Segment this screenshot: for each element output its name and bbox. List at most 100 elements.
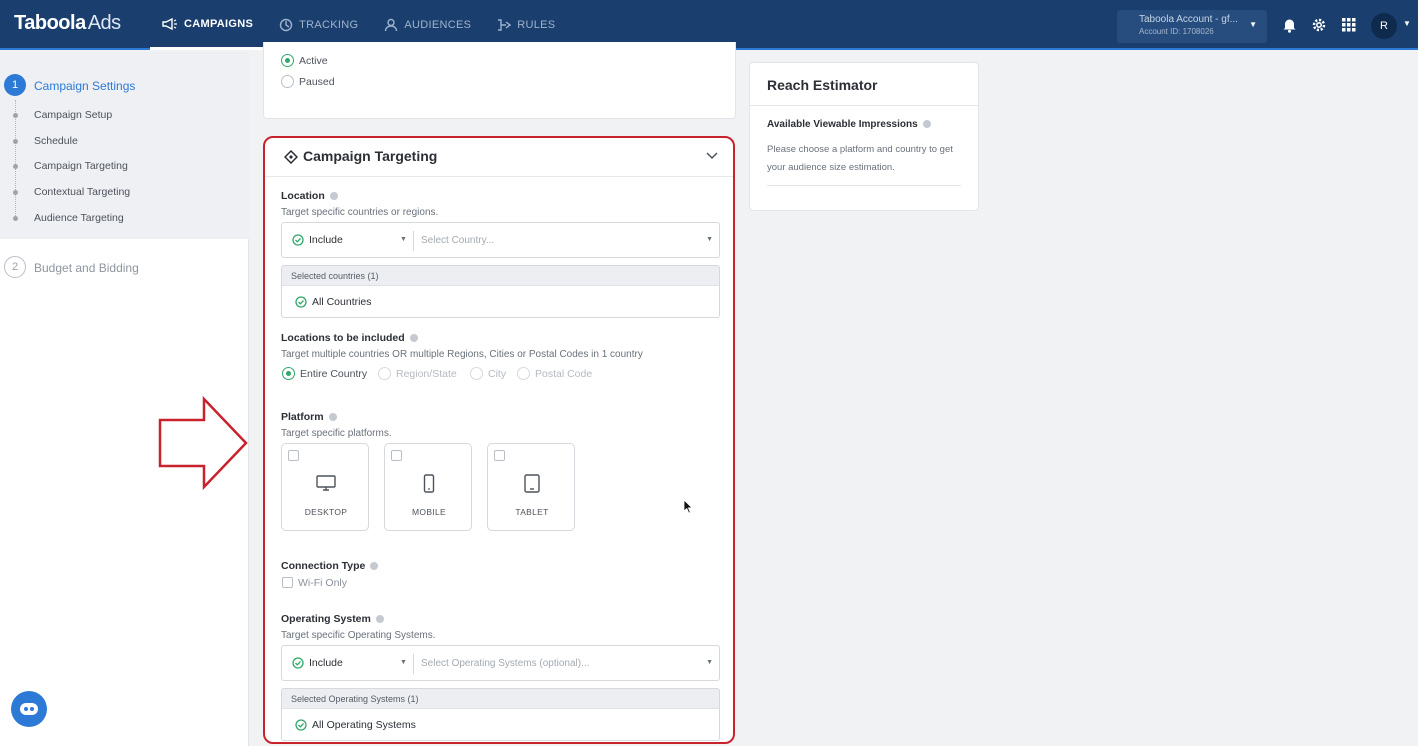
country-select-placeholder[interactable]: Select Country... <box>421 235 494 246</box>
avatar-chevron-down-icon[interactable]: ▼ <box>1403 19 1411 28</box>
mouse-cursor-icon <box>683 499 693 514</box>
os-mode-select[interactable]: Include <box>292 657 343 669</box>
reach-subtitle-label: Available Viewable Impressions <box>767 119 918 130</box>
mobile-checkbox[interactable] <box>391 450 402 461</box>
location-mode-label: Include <box>309 234 343 246</box>
select-divider <box>413 231 414 251</box>
platform-title: Platform <box>281 411 324 423</box>
chevron-down-icon: ▼ <box>400 236 407 243</box>
sidebar-item-audience-targeting[interactable]: Audience Targeting <box>34 212 124 224</box>
os-subtitle: Target specific Operating Systems. <box>281 630 436 641</box>
radio-entire-country[interactable] <box>282 367 295 380</box>
selected-country-item: All Countries <box>295 296 372 308</box>
nav-campaigns-label: CAMPAIGNS <box>184 17 254 30</box>
help-icon[interactable] <box>375 615 384 624</box>
help-icon[interactable] <box>409 334 418 343</box>
tablet-icon <box>524 474 540 493</box>
locations-included-section-title: Locations to be included <box>281 332 418 344</box>
chevron-down-icon: ▼ <box>706 659 713 666</box>
chevron-down-icon: ▼ <box>1249 20 1257 29</box>
megaphone-icon <box>162 17 177 30</box>
nav-campaigns[interactable]: CAMPAIGNS <box>150 0 266 50</box>
selected-country-label: All Countries <box>312 296 372 308</box>
substep-dot <box>13 216 18 221</box>
nav-tracking-label: TRACKING <box>299 19 359 31</box>
help-icon[interactable] <box>329 192 338 201</box>
logo-product: Ads <box>87 12 121 34</box>
desktop-checkbox[interactable] <box>288 450 299 461</box>
selected-countries-header: Selected countries (1) <box>282 266 719 286</box>
selected-os-box: Selected Operating Systems (1) All Opera… <box>281 688 720 741</box>
os-select-placeholder[interactable]: Select Operating Systems (optional)... <box>421 658 589 669</box>
reach-subtitle: Available Viewable Impressions <box>767 119 931 130</box>
platform-tile-mobile[interactable]: MOBILE <box>384 443 472 531</box>
os-section-title: Operating System <box>281 613 384 625</box>
radio-postal-code[interactable] <box>517 367 530 380</box>
platform-tile-desktop[interactable]: DESKTOP <box>281 443 369 531</box>
platform-section-title: Platform <box>281 411 337 423</box>
location-select[interactable]: Include ▼ Select Country... ▼ <box>281 222 720 258</box>
reach-description: Please choose a platform and country to … <box>767 144 953 173</box>
divider <box>767 185 961 186</box>
step2-number: 2 <box>4 256 26 278</box>
select-divider <box>413 654 414 674</box>
check-circle-icon <box>292 234 304 246</box>
os-mode-label: Include <box>309 657 343 669</box>
bot-face-icon <box>20 703 38 715</box>
sidebar-item-campaign-targeting[interactable]: Campaign Targeting <box>34 160 128 172</box>
radio-region-state[interactable] <box>378 367 391 380</box>
apps-grid-icon[interactable] <box>1340 16 1358 34</box>
os-title: Operating System <box>281 613 371 625</box>
sidebar-item-schedule[interactable]: Schedule <box>34 135 78 147</box>
account-id: Account ID: 1708026 <box>1139 27 1214 36</box>
sidebar-item-campaign-setup[interactable]: Campaign Setup <box>34 109 112 121</box>
locations-included-subtitle: Target multiple countries OR multiple Re… <box>281 349 643 360</box>
location-mode-select[interactable]: Include <box>292 234 343 246</box>
mobile-icon <box>423 474 435 493</box>
sidebar-item-contextual-targeting[interactable]: Contextual Targeting <box>34 186 130 198</box>
account-name: Taboola Account - gf... <box>1139 14 1238 25</box>
wifi-only-label: Wi-Fi Only <box>298 577 347 589</box>
help-icon[interactable] <box>370 562 379 571</box>
radio-entire-country-label: Entire Country <box>300 368 368 380</box>
help-icon[interactable] <box>922 120 931 129</box>
check-circle-icon <box>295 719 307 731</box>
rules-icon <box>498 19 512 31</box>
radio-active-label: Active <box>299 55 328 67</box>
bell-icon[interactable] <box>1280 16 1298 34</box>
desktop-icon <box>316 475 336 491</box>
location-section-title: Location <box>281 190 338 202</box>
divider <box>750 105 978 106</box>
nav-audiences-label: AUDIENCES <box>404 19 472 31</box>
annotation-arrow-icon <box>158 396 248 490</box>
taboola-ads-logo[interactable]: Taboola Ads <box>14 12 121 35</box>
radio-paused[interactable] <box>281 75 294 88</box>
os-select[interactable]: Include ▼ Select Operating Systems (opti… <box>281 645 720 681</box>
chevron-down-icon: ▼ <box>706 236 713 243</box>
wifi-only-checkbox[interactable] <box>282 577 293 588</box>
step2-title[interactable]: Budget and Bidding <box>34 261 139 275</box>
reach-estimator-title: Reach Estimator <box>767 77 878 93</box>
radio-active[interactable] <box>281 54 294 67</box>
campaign-targeting-header[interactable]: Campaign Targeting <box>265 138 733 177</box>
help-icon[interactable] <box>328 413 337 422</box>
tablet-label: TABLET <box>515 507 549 517</box>
radio-postal-code-label: Postal Code <box>535 368 593 380</box>
radio-city[interactable] <box>470 367 483 380</box>
platform-tile-tablet[interactable]: TABLET <box>487 443 575 531</box>
selected-countries-box: Selected countries (1) All Countries <box>281 265 720 318</box>
chatbot-button[interactable] <box>11 691 47 727</box>
chevron-down-icon[interactable] <box>706 152 718 160</box>
tablet-checkbox[interactable] <box>494 450 505 461</box>
check-circle-icon <box>295 296 307 308</box>
gear-icon[interactable] <box>1310 16 1328 34</box>
user-avatar[interactable]: R <box>1371 13 1397 39</box>
substep-dot <box>13 113 18 118</box>
substep-dot <box>13 190 18 195</box>
campaign-status-card: Active Paused <box>263 42 736 119</box>
account-switcher[interactable]: Taboola Account - gf... Account ID: 1708… <box>1117 10 1267 43</box>
step1-title[interactable]: Campaign Settings <box>34 79 135 93</box>
substep-dot <box>13 139 18 144</box>
reach-estimator-card: Reach Estimator Available Viewable Impre… <box>749 62 979 211</box>
pixel-icon <box>279 18 293 32</box>
